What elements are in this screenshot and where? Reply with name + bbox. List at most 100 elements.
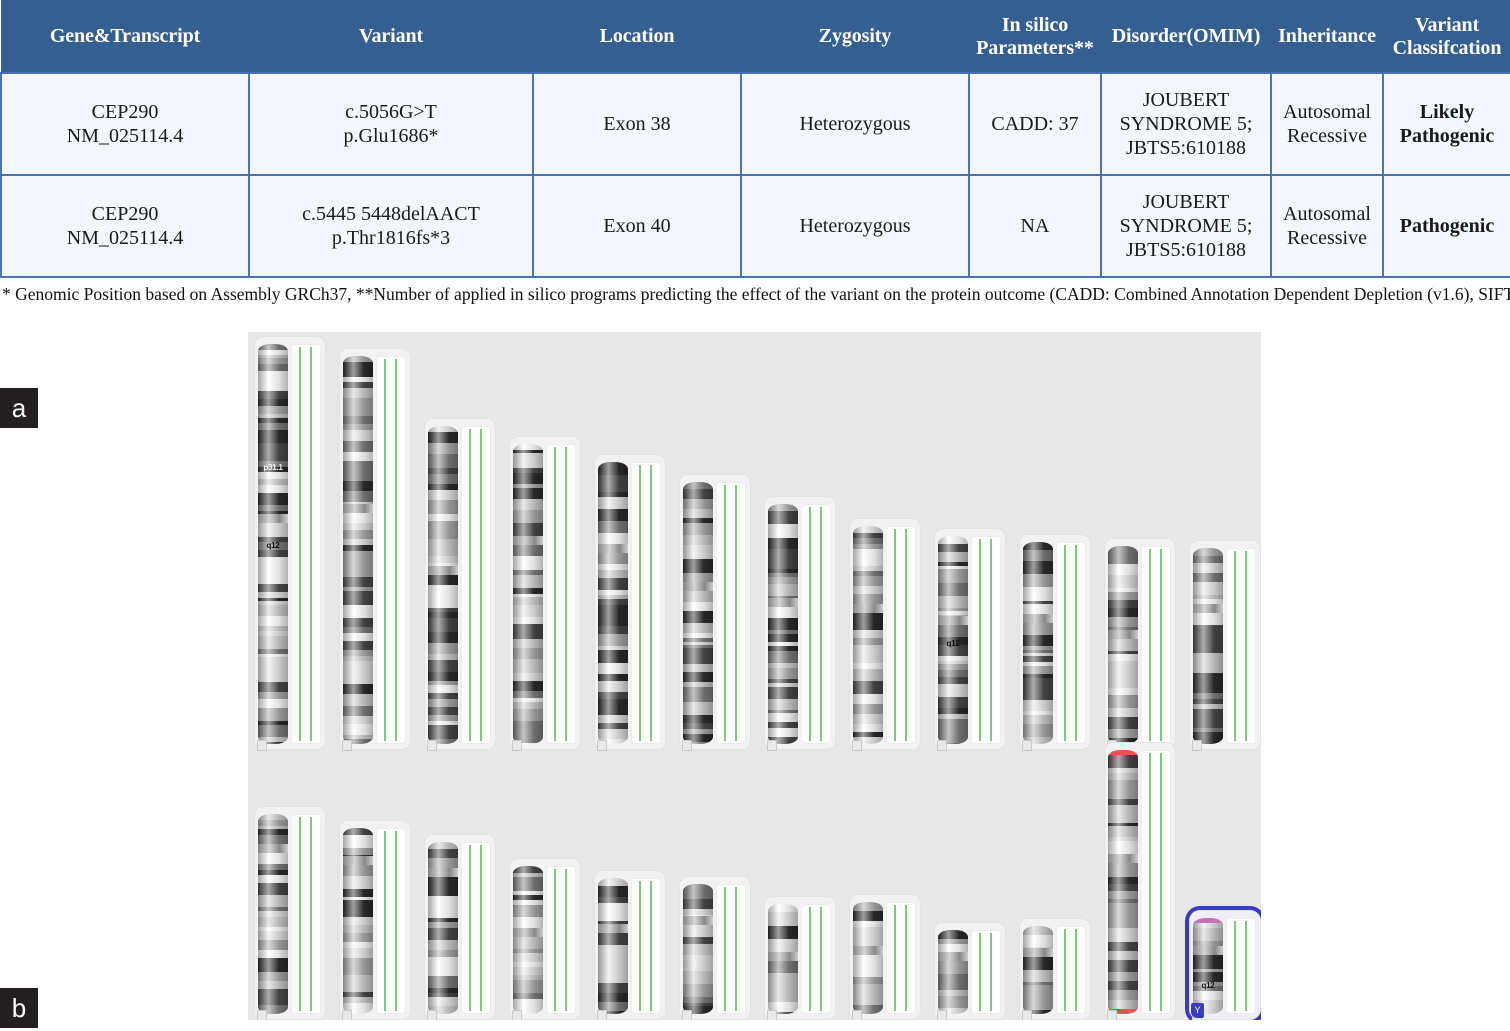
chromosome-band xyxy=(343,564,373,577)
chromosome-band xyxy=(938,625,968,637)
chromosome-band xyxy=(683,591,713,602)
chromosome-band xyxy=(258,550,288,557)
probe-track-chr3 xyxy=(461,426,491,744)
chromosome-band xyxy=(683,937,713,944)
chromosome-stalk xyxy=(767,1010,777,1020)
chromosome-band xyxy=(683,672,713,682)
chromosome-band xyxy=(513,702,543,709)
chromosome-band xyxy=(428,643,458,654)
chromosome-band xyxy=(428,849,458,858)
ideogram-chr6 xyxy=(683,482,713,744)
chromosome-band xyxy=(1108,688,1138,695)
chromosome-band xyxy=(683,955,713,963)
chromosome-p-arm xyxy=(853,526,883,604)
chromosome-band xyxy=(513,523,543,536)
chromosome-stalk xyxy=(597,740,607,751)
chromosome-band xyxy=(768,511,798,524)
chromosome-band xyxy=(343,407,373,416)
chromosome-band xyxy=(258,692,288,699)
chromosome-band xyxy=(598,956,628,964)
ideogram-chr9: q12 xyxy=(938,536,968,744)
chromosome-p-arm xyxy=(683,884,713,916)
chromosome-band xyxy=(768,904,798,912)
chromosome-chr1: p31.1 q12 xyxy=(254,336,326,751)
chromosome-band xyxy=(428,858,458,868)
cell-insilico: NA xyxy=(968,174,1102,278)
chromosome-q-arm xyxy=(598,933,628,1014)
chromosome-p-arm xyxy=(853,902,883,946)
ideogram-chr12 xyxy=(1193,548,1223,744)
chromosome-band xyxy=(598,976,628,983)
table-row: CEP290 NM_025114.4 c.5445 5448delAACT p.… xyxy=(0,174,1510,278)
col-header-disorder: Disorder(OMIM) xyxy=(1100,0,1272,74)
chromosome-band xyxy=(598,509,628,521)
centromere xyxy=(258,844,288,853)
cell-disorder: JOUBERT SYNDROME 5; JBTS5:610188 xyxy=(1100,174,1272,278)
chromosome-band xyxy=(1108,990,1138,1000)
chromosome-band xyxy=(343,925,373,933)
ideogram-chr19 xyxy=(768,904,798,1014)
chromosome-stalk xyxy=(342,740,352,751)
col-header-zygosity-label: Zygosity xyxy=(818,25,892,48)
chromosome-band xyxy=(1023,574,1053,587)
table-footnote: * Genomic Position based on Assembly GRC… xyxy=(2,284,1510,304)
chromosome-band xyxy=(1108,960,1138,972)
chromosome-band xyxy=(343,452,373,461)
chromosome-band xyxy=(1108,773,1138,780)
chromosome-band xyxy=(428,539,458,550)
chromosome-chrY[interactable]: q12 Y xyxy=(1189,910,1261,1020)
chromosome-band xyxy=(1108,592,1138,600)
chromosome-band xyxy=(1193,932,1223,941)
chromosome-band xyxy=(343,716,373,724)
chromosome-band xyxy=(258,380,288,391)
chromosome-band xyxy=(853,714,883,724)
chromosome-band xyxy=(768,577,798,584)
chromosome-band xyxy=(853,526,883,533)
chromosome-band xyxy=(1193,683,1223,693)
cell-location: Exon 40 xyxy=(532,174,742,278)
col-header-classification: Variant Classifcation xyxy=(1382,0,1510,74)
centromere xyxy=(598,544,628,553)
chromosome-q-arm xyxy=(938,961,968,1014)
chromosome-band xyxy=(258,989,288,1001)
chromosome-band xyxy=(598,964,628,976)
chromosome-band xyxy=(683,499,713,509)
chromosome-band xyxy=(428,997,458,1006)
chromosome-band xyxy=(513,556,543,570)
cell-inheritance: Autosomal Recessive xyxy=(1270,174,1384,278)
chromosome-band xyxy=(598,482,628,492)
chromosome-y-badge: Y xyxy=(1191,1003,1204,1018)
chromosome-q-arm xyxy=(258,853,288,1014)
chromosome-band xyxy=(598,692,628,699)
chromosome-band xyxy=(683,899,713,909)
centromere xyxy=(1023,614,1053,623)
chromosome-band xyxy=(513,709,543,721)
chromosome-stalk xyxy=(1107,1010,1117,1020)
chromosome-band xyxy=(683,523,713,535)
karyotype-row-bottom: q12 Y xyxy=(248,742,1261,1020)
chromosome-band xyxy=(343,876,373,889)
chromosome-band xyxy=(343,362,373,370)
col-header-variant: Variant xyxy=(248,0,534,74)
chromosome-band xyxy=(343,633,373,641)
centromere xyxy=(768,952,798,961)
chromosome-band xyxy=(853,630,883,638)
chromosome-band xyxy=(513,673,543,681)
chromosome-band xyxy=(768,504,798,511)
chromosome-band xyxy=(513,866,543,873)
chromosome-band xyxy=(683,944,713,955)
chromosome-band xyxy=(428,957,458,966)
chromosome-p-arm xyxy=(343,356,373,504)
chromosome-stalk xyxy=(682,1010,692,1020)
chromosome-band xyxy=(1108,608,1138,617)
chromosome-band xyxy=(598,729,628,739)
chromosome-stalk xyxy=(852,740,862,751)
chromosome-band xyxy=(598,983,628,993)
chromosome-chr16 xyxy=(509,858,581,1020)
chromosome-band xyxy=(938,677,968,684)
chromosome-chr17 xyxy=(594,870,666,1020)
chromosome-band xyxy=(768,562,798,569)
chromosome-stalk xyxy=(512,1010,522,1020)
chromosome-chr12 xyxy=(1189,540,1261,751)
chromosome-stalk xyxy=(852,1010,862,1020)
